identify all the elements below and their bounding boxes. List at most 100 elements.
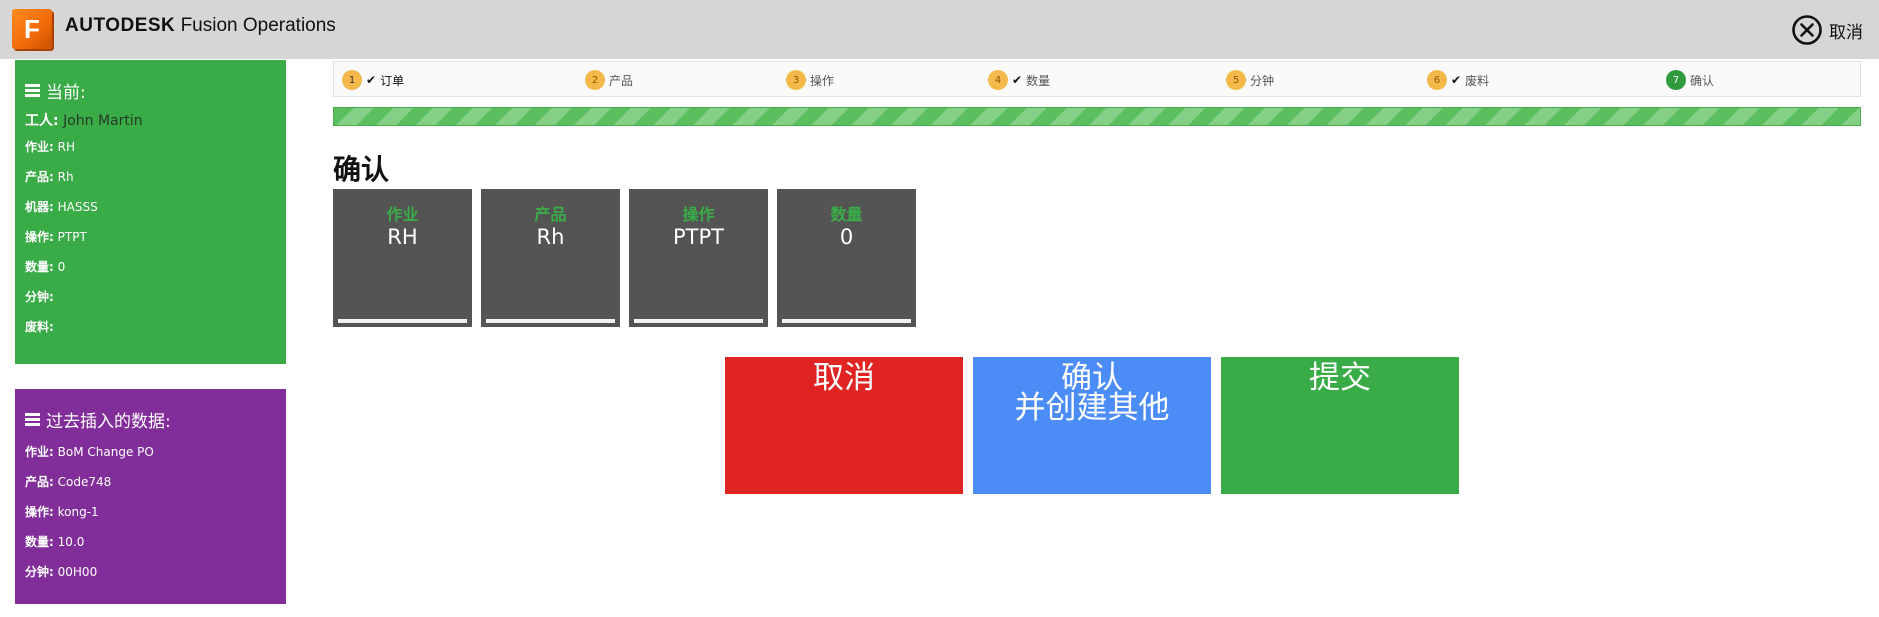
past-rows: 作业: BoM Change PO 产品: Code748 操作: kong-1… (25, 437, 286, 587)
card-label: 操作 (682, 205, 715, 224)
close-circle-icon (1792, 15, 1822, 45)
summary-card-product: 产品 Rh (481, 189, 620, 327)
step-label: 订单 (380, 73, 405, 88)
current-row-product: 产品: Rh (25, 162, 286, 192)
current-panel-title: 当前: (25, 78, 286, 103)
past-row-job: 作业: BoM Change PO (25, 437, 286, 467)
submit-button[interactable]: 提交 (1221, 357, 1459, 494)
progress-bar (333, 107, 1861, 126)
past-title-text: 过去插入的数据: (46, 411, 171, 432)
step-label: 产品 (609, 73, 634, 88)
step-minutes[interactable]: 5 分钟 (1226, 70, 1274, 90)
summary-card-job: 作业 RH (333, 189, 472, 327)
step-order[interactable]: 1 ✔ 订单 (342, 70, 404, 90)
brand-title: AUTODESK Fusion Operations (65, 15, 336, 37)
row-value: Rh (57, 170, 74, 184)
brand-product: Fusion Operations (180, 15, 336, 36)
row-value: kong-1 (57, 505, 99, 519)
past-row-quantity: 数量: 10.0 (25, 527, 286, 557)
row-value: 0 (57, 260, 66, 274)
menu-icon (25, 412, 40, 426)
row-label: 作业: (25, 445, 54, 459)
card-value: RH (387, 225, 418, 249)
header-cancel-label: 取消 (1829, 22, 1863, 43)
row-label: 产品: (25, 475, 54, 489)
row-label: 废料: (25, 320, 54, 334)
row-label: 数量: (25, 535, 54, 549)
summary-card-operation: 操作 PTPT (629, 189, 768, 327)
step-product[interactable]: 2 产品 (585, 70, 633, 90)
confirm-button-label-line1: 确认 (1061, 360, 1123, 396)
fusion-logo-icon: F (12, 9, 52, 49)
page-title: 确认 (333, 153, 390, 186)
current-row-quantity: 数量: 0 (25, 252, 286, 282)
current-row-minutes: 分钟: (25, 282, 286, 312)
step-label: 废料 (1465, 73, 1490, 88)
card-value: Rh (536, 225, 565, 249)
card-label: 作业 (386, 205, 419, 224)
card-bar (338, 319, 467, 323)
current-row-scrap: 废料: (25, 312, 286, 342)
check-icon: ✔ (1012, 73, 1023, 87)
current-title-text: 当前: (46, 82, 86, 103)
step-label: 分钟 (1250, 73, 1275, 88)
brand-autodesk: AUTODESK (65, 15, 176, 36)
past-data-panel: 过去插入的数据: 作业: BoM Change PO 产品: Code748 操… (15, 389, 286, 604)
worker-value: John Martin (63, 113, 143, 129)
row-label: 分钟: (25, 565, 54, 579)
card-bar (486, 319, 615, 323)
confirm-and-create-button[interactable]: 确认 并创建其他 (973, 357, 1211, 494)
step-label: 确认 (1690, 73, 1715, 88)
card-bar (782, 319, 911, 323)
submit-button-label: 提交 (1309, 360, 1371, 396)
confirm-button-label-line2: 并创建其他 (1014, 390, 1170, 426)
step-operation[interactable]: 3 操作 (786, 70, 834, 90)
row-value: PTPT (57, 230, 87, 244)
step-quantity[interactable]: 4 ✔ 数量 (988, 70, 1050, 90)
step-scrap[interactable]: 6 ✔ 废料 (1427, 70, 1489, 90)
top-header: F AUTODESK Fusion Operations 取消 (0, 0, 1879, 59)
row-value: HASSS (57, 200, 98, 214)
card-label: 产品 (534, 205, 567, 224)
check-icon: ✔ (366, 73, 377, 87)
step-number-badge: 4 (988, 70, 1008, 90)
row-label: 作业: (25, 140, 54, 154)
row-label: 机器: (25, 200, 54, 214)
step-number-badge: 1 (342, 70, 362, 90)
worker-row: 工人: John Martin (25, 110, 286, 132)
row-value: Code748 (57, 475, 112, 489)
step-label: 数量 (1026, 73, 1051, 88)
row-label: 操作: (25, 230, 54, 244)
header-cancel-button[interactable]: 取消 (1791, 14, 1863, 46)
cancel-button[interactable]: 取消 (725, 357, 963, 494)
row-value: 10.0 (57, 535, 85, 549)
current-row-operation: 操作: PTPT (25, 222, 286, 252)
step-number-badge: 2 (585, 70, 605, 90)
step-confirm[interactable]: 7 确认 (1666, 70, 1714, 90)
card-bar (634, 319, 763, 323)
current-row-machine: 机器: HASSS (25, 192, 286, 222)
current-row-job: 作业: RH (25, 132, 286, 162)
worker-label: 工人: (25, 113, 59, 129)
step-label: 操作 (810, 73, 835, 88)
row-value: BoM Change PO (57, 445, 154, 459)
step-number-badge: 6 (1427, 70, 1447, 90)
check-icon: ✔ (1451, 73, 1462, 87)
card-label: 数量 (830, 205, 863, 224)
past-row-minutes: 分钟: 00H00 (25, 557, 286, 587)
past-row-product: 产品: Code748 (25, 467, 286, 497)
wizard-steps: 1 ✔ 订单 2 产品 3 操作 4 ✔ 数量 5 分钟 6 ✔ 废料 7 确认 (333, 61, 1861, 97)
card-value: 0 (839, 225, 854, 249)
step-number-badge: 7 (1666, 70, 1686, 90)
row-value: RH (57, 140, 76, 154)
summary-card-quantity: 数量 0 (777, 189, 916, 327)
past-row-operation: 操作: kong-1 (25, 497, 286, 527)
card-value: PTPT (673, 225, 724, 249)
step-number-badge: 5 (1226, 70, 1246, 90)
row-label: 操作: (25, 505, 54, 519)
row-label: 数量: (25, 260, 54, 274)
row-label: 分钟: (25, 290, 54, 304)
row-label: 产品: (25, 170, 54, 184)
menu-icon (25, 83, 40, 97)
row-value: 00H00 (57, 565, 98, 579)
